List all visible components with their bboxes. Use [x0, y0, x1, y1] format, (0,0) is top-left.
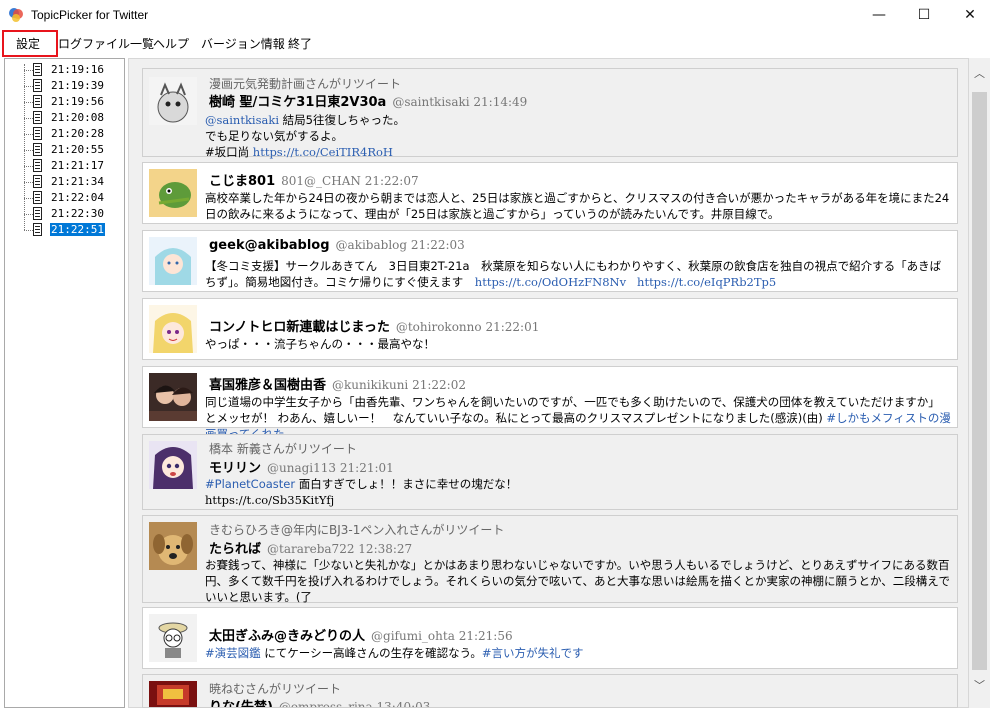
tree-item-label: 21:19:56 — [51, 95, 104, 108]
document-icon — [33, 159, 42, 172]
scroll-thumb[interactable] — [972, 92, 987, 670]
app-icon — [9, 8, 23, 22]
url-link[interactable]: https://t.co/CeiTIR4RoH — [253, 145, 393, 159]
tweet-card[interactable]: きむらひろき@年内にBJ3-1ペン入れさんがリツイート たられば @tarareb… — [142, 515, 958, 604]
scroll-up-icon[interactable]: ︿ — [969, 64, 990, 84]
tweet-text: #PlanetCoaster 面白すぎでしょ！！まさに幸せの塊だな！ https:… — [205, 477, 518, 507]
document-icon — [33, 175, 42, 188]
tree-item[interactable]: 21:20:55 — [5, 142, 125, 158]
tree-item[interactable]: 21:22:30 — [5, 206, 125, 222]
tweet-card[interactable]: 橋本 新義さんがリツイート モリリン @unagi113 21:21:01 #Pl… — [142, 434, 958, 510]
document-icon — [33, 63, 42, 76]
close-button[interactable]: ✕ — [947, 0, 993, 31]
tweet-text: やっぱ・・・流子ちゃんの・・・最高やな！ — [205, 337, 435, 351]
tweet-text: 【冬コミ支援】サークルあきてん 3日目東2T-21a 秋葉原を知らない人にもわか… — [205, 259, 942, 289]
tree-item-label: 21:21:17 — [51, 159, 104, 172]
tree-item-label: 21:19:16 — [51, 63, 104, 76]
tweet-card[interactable]: コンノトヒロ新連載はじまった @tohirokonno 21:22:01 やっぱ・… — [142, 298, 958, 360]
tweet-author: 喜国雅彦＆国樹由香 @kunikikuni 21:22:02 — [209, 378, 466, 393]
tree-item[interactable]: 21:19:39 — [5, 78, 125, 94]
menu-help[interactable]: ヘルプ — [153, 31, 189, 57]
scroll-down-icon[interactable]: ﹀ — [969, 676, 990, 696]
minimize-button[interactable]: — — [856, 0, 902, 31]
avatar — [149, 441, 197, 489]
tree-item-label: 21:22:30 — [51, 207, 104, 220]
tweet-text: @saintkisaki 結局5往復しちゃった。 でも足りない気がするよ。 #坂口尚… — [205, 113, 405, 159]
tree-item[interactable]: 21:21:34 — [5, 174, 125, 190]
retweet-line: 橋本 新義さんがリツイート — [209, 442, 357, 456]
menu-log-files[interactable]: ログファイル一覧 — [58, 31, 154, 57]
hashtag-link[interactable]: #演芸図鑑 — [205, 646, 261, 660]
maximize-button[interactable]: ☐ — [901, 0, 947, 31]
avatar — [149, 614, 197, 662]
tree-item-label: 21:20:28 — [51, 127, 104, 140]
tweet-card[interactable]: 暁ねむさんがリツイート りな(失禁) @empress_rina 13:40:03 — [142, 674, 958, 708]
menu-version-info[interactable]: バージョン情報 — [201, 31, 285, 57]
log-tree[interactable]: 21:19:16 21:19:39 21:19:56 21:20:08 21:2… — [4, 58, 125, 708]
tweet-author: 太田ぎふみ@きみどりの人 @gifumi_ohta 21:21:56 — [209, 629, 513, 644]
document-icon — [33, 143, 42, 156]
document-icon — [33, 223, 42, 236]
tree-item-label: 21:20:08 — [51, 111, 104, 124]
url-link[interactable]: https://t.co/Sb35KitYfj — [205, 493, 334, 507]
tweet-author: 樹崎 聖/コミケ31日東2V30a @saintkisaki 21:14:49 — [209, 95, 528, 110]
tweet-card[interactable]: geek@akibablog @akibablog 21:22:03 【冬コミ支援… — [142, 230, 958, 292]
avatar — [149, 77, 197, 125]
tweet-author: こじま801 801@_CHAN 21:22:07 — [209, 174, 419, 189]
hashtag-link[interactable]: #言い方が失礼です — [482, 646, 584, 660]
hashtag-link[interactable]: #PlanetCoaster — [205, 477, 295, 491]
vertical-scrollbar[interactable]: ︿ ﹀ — [969, 58, 990, 708]
avatar — [149, 681, 197, 707]
mention-link[interactable]: @saintkisaki — [205, 113, 279, 127]
window-title: TopicPicker for Twitter — [31, 8, 149, 22]
tweet-author: モリリン @unagi113 21:21:01 — [209, 461, 394, 476]
avatar — [149, 237, 197, 285]
tweet-card[interactable]: こじま801 801@_CHAN 21:22:07 高校卒業した年から24日の夜か… — [142, 162, 958, 224]
tweet-text: 高校卒業した年から24日の夜から朝までは恋人と、25日は家族と過ごすからと、クリ… — [205, 191, 950, 221]
tweet-card[interactable]: 漫画元気発動計画さんがリツイート 樹崎 聖/コミケ31日東2V30a @saint… — [142, 68, 958, 159]
tree-item-label: 21:22:51 — [49, 222, 106, 237]
retweet-line: 暁ねむさんがリツイート — [209, 682, 342, 696]
tweet-author: たられば @tarareba722 12:38:27 — [209, 542, 413, 557]
document-icon — [33, 207, 42, 220]
tree-item[interactable]: 21:20:08 — [5, 110, 125, 126]
tree-item[interactable]: 21:20:28 — [5, 126, 125, 142]
tweet-text: お賽銭って、神様に「少ないと失礼かな」とかはあまり思わないじゃないですか。いや思… — [205, 558, 950, 604]
avatar — [149, 522, 197, 570]
tree-item[interactable]: 21:21:17 — [5, 158, 125, 174]
url-link[interactable]: https://t.co/OdOHzFN8Nv https://t.co/eIq… — [475, 275, 776, 289]
menu-exit[interactable]: 終了 — [288, 31, 312, 57]
tree-item-selected[interactable]: 21:22:51 — [5, 222, 125, 238]
tree-item[interactable]: 21:22:04 — [5, 190, 125, 206]
tweet-author: コンノトヒロ新連載はじまった @tohirokonno 21:22:01 — [209, 320, 540, 335]
tree-item[interactable]: 21:19:16 — [5, 62, 125, 78]
avatar — [149, 305, 197, 353]
tweet-card[interactable]: 喜国雅彦＆国樹由香 @kunikikuni 21:22:02 同じ道場の中学生女子… — [142, 366, 958, 441]
menu-bar: 設定 ログファイル一覧 ヘルプ バージョン情報 終了 — [0, 31, 994, 57]
retweet-line: 漫画元気発動計画さんがリツイート — [209, 77, 402, 91]
tweet-text: #演芸図鑑 にてケーシー高峰さんの生存を確認なう。#言い方が失礼です — [205, 646, 584, 660]
document-icon — [33, 127, 42, 140]
tree-item-label: 21:21:34 — [51, 175, 104, 188]
document-icon — [33, 95, 42, 108]
tree-item-label: 21:19:39 — [51, 79, 104, 92]
retweet-line: きむらひろき@年内にBJ3-1ペン入れさんがリツイート — [209, 523, 505, 537]
avatar — [149, 373, 197, 421]
tree-item-label: 21:22:04 — [51, 191, 104, 204]
document-icon — [33, 111, 42, 124]
document-icon — [33, 191, 42, 204]
avatar — [149, 169, 197, 217]
tree-item-label: 21:20:55 — [51, 143, 104, 156]
tweet-list[interactable]: 漫画元気発動計画さんがリツイート 樹崎 聖/コミケ31日東2V30a @saint… — [128, 58, 969, 708]
tweet-author: geek@akibablog @akibablog 21:22:03 — [209, 238, 465, 253]
tree-item[interactable]: 21:19:56 — [5, 94, 125, 110]
tweet-card[interactable]: 太田ぎふみ@きみどりの人 @gifumi_ohta 21:21:56 #演芸図鑑 … — [142, 607, 958, 669]
title-bar: TopicPicker for Twitter — ☐ ✕ — [0, 0, 994, 31]
tweet-author: りな(失禁) @empress_rina 13:40:03 — [209, 700, 431, 708]
document-icon — [33, 79, 42, 92]
settings-highlight-box — [2, 30, 58, 57]
